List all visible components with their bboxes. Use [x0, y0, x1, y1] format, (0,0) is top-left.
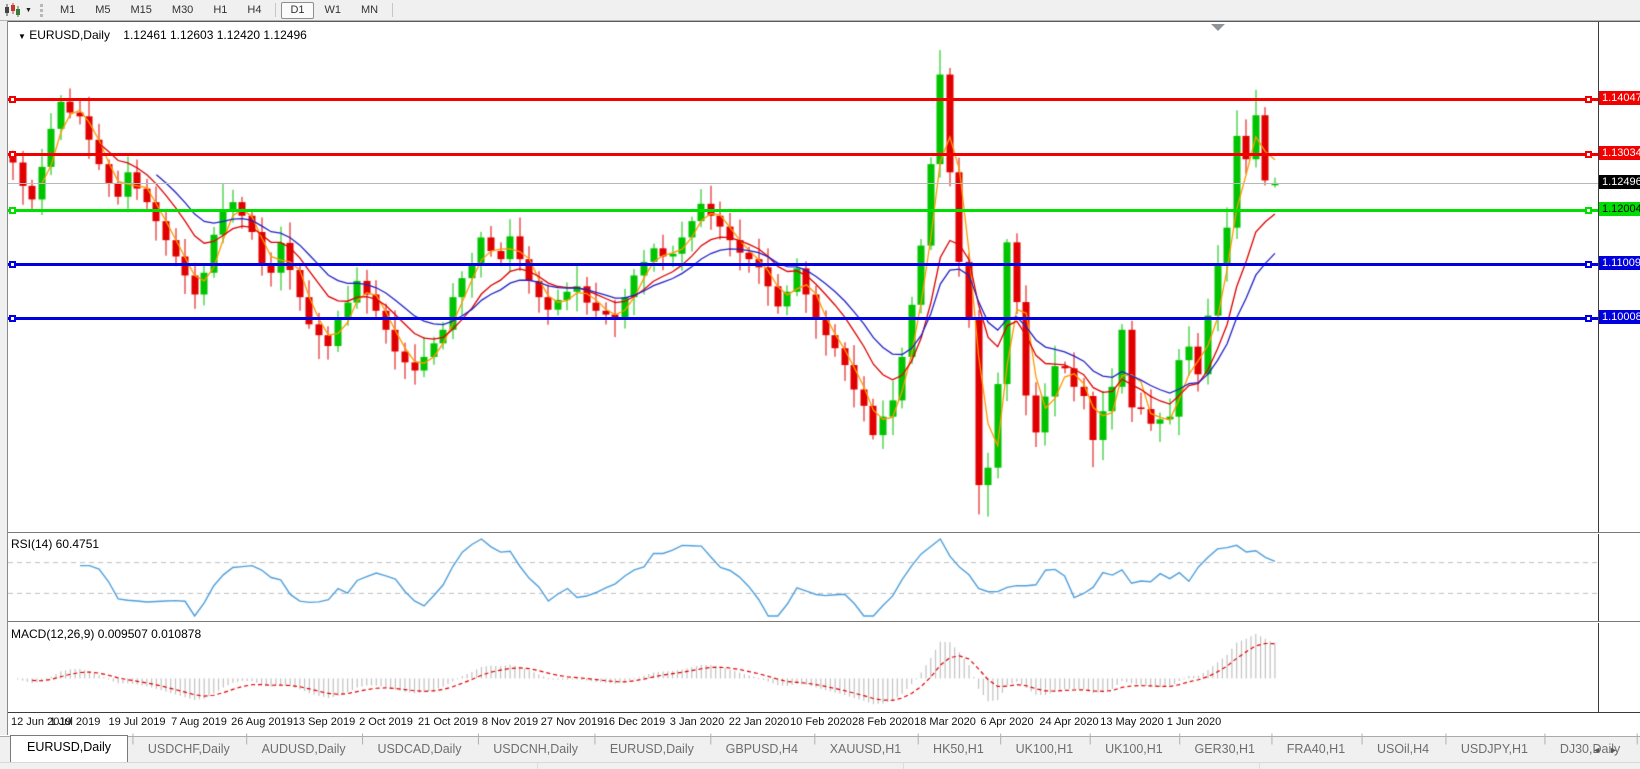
macd-indicator-canvas[interactable]	[8, 623, 1598, 711]
timeframe-toolbar: ▼ M1 M5 M15 M30 H1 H4 D1 W1 MN	[0, 0, 1640, 21]
tab-separator: |	[995, 731, 1003, 759]
tab-separator: |	[705, 731, 713, 759]
tab-scroll-right-icon[interactable]: ►	[1609, 745, 1626, 755]
macd-label: MACD(12,26,9) 0.009507 0.010878	[11, 627, 202, 641]
price-badge: 1.14047	[1599, 91, 1640, 105]
line-handle[interactable]	[9, 96, 16, 103]
toolbar-separator	[275, 3, 277, 17]
price-badge: 1.11009	[1599, 256, 1640, 270]
tab-separator: |	[913, 731, 920, 759]
chart-tab-usdcad-daily[interactable]: USDCAD,Daily	[365, 738, 473, 763]
timeframe-button-h1[interactable]: H1	[204, 2, 236, 19]
line-handle[interactable]	[9, 207, 16, 214]
chart-frame-bottom-border	[0, 712, 1640, 713]
line-handle[interactable]	[1585, 151, 1592, 158]
line-handle[interactable]	[9, 315, 16, 322]
tab-separator: |	[1174, 731, 1182, 759]
tab-separator: |	[809, 731, 817, 759]
chart-tab-hk50-h1[interactable]: HK50,H1	[921, 738, 996, 763]
line-handle[interactable]	[1585, 261, 1592, 268]
support-line[interactable]	[8, 263, 1598, 266]
tab-separator: |	[590, 731, 597, 759]
chart-ohlc-values: 1.12461 1.12603 1.12420 1.12496	[123, 28, 307, 42]
chevron-down-icon[interactable]: ▼	[25, 7, 32, 14]
tab-scroll-left-icon[interactable]: ◄	[1592, 745, 1609, 755]
price-axis[interactable]	[1598, 22, 1640, 712]
timeframe-button-d1[interactable]: D1	[281, 1, 314, 19]
line-handle[interactable]	[1585, 96, 1592, 103]
current-price-line	[8, 183, 1598, 184]
chart-tab-usoil-h4[interactable]: USOil,H4	[1365, 738, 1441, 763]
line-handle[interactable]	[9, 151, 16, 158]
timeframe-buttons: M1 M5 M15 M30 H1 H4 D1 W1 MN	[50, 1, 397, 19]
chart-tab-ger30-h1[interactable]: GER30,H1	[1183, 738, 1267, 763]
timeframe-button-m5[interactable]: M5	[86, 2, 119, 19]
timeframe-button-m15[interactable]: M15	[122, 2, 161, 19]
timeframe-button-m1[interactable]: M1	[51, 2, 84, 19]
tab-separator: |	[1540, 731, 1547, 759]
tab-separator: |	[1441, 731, 1448, 759]
timeframe-button-h4[interactable]: H4	[238, 2, 270, 19]
chart-tab-usdchf-daily[interactable]: USDCHF,Daily	[136, 738, 242, 763]
toolbar-separator	[392, 3, 394, 17]
support-line[interactable]	[8, 209, 1598, 212]
chart-tab-uk100-h1[interactable]: UK100,H1	[1093, 738, 1175, 763]
support-line[interactable]	[8, 317, 1598, 320]
chart-tab-gbpusd-h4[interactable]: GBPUSD,H4	[714, 738, 810, 763]
timeframe-button-w1[interactable]: W1	[316, 2, 351, 19]
line-handle[interactable]	[9, 261, 16, 268]
tab-separator: |	[1267, 731, 1274, 759]
tab-separator: |	[128, 731, 135, 759]
rsi-indicator-canvas[interactable]	[8, 534, 1598, 621]
chart-tab-audusd-daily[interactable]: AUDUSD,Daily	[250, 738, 358, 763]
tab-separator: |	[1632, 731, 1639, 759]
chart-tab-usdcnh-daily[interactable]: USDCNH,Daily	[481, 738, 590, 763]
window-left-edge	[0, 20, 8, 735]
panel-separator-highlight	[0, 622, 1640, 623]
tab-separator: |	[473, 731, 480, 759]
rsi-label: RSI(14) 60.4751	[11, 537, 100, 551]
candlestick-chart-icon[interactable]	[3, 3, 23, 17]
chart-tab-eurusd-daily[interactable]: EURUSD,Daily	[10, 735, 129, 763]
chart-tabs: EURUSD,Daily | USDCHF,Daily | AUDUSD,Dai…	[0, 727, 1640, 763]
chart-tab-xauusd-h1[interactable]: XAUUSD,H1	[818, 738, 914, 763]
mt4-terminal: { "toolbar":{ "chart_type_icon":"candles…	[0, 0, 1640, 769]
tab-separator: |	[1357, 731, 1364, 759]
chart-title: ▼ EURUSD,Daily 1.12461 1.12603 1.12420 1…	[18, 28, 307, 42]
panel-separator-highlight	[0, 533, 1640, 534]
price-badge: 1.13034	[1599, 146, 1640, 160]
chart-tab-eurusd-daily[interactable]: EURUSD,Daily	[598, 738, 706, 763]
chart-frame-top-border	[0, 21, 1640, 22]
chart-tab-usdjpy-h1[interactable]: USDJPY,H1	[1449, 738, 1540, 763]
chart-tab-fra40-h1[interactable]: FRA40,H1	[1275, 738, 1357, 763]
price-badge: 1.12496	[1599, 175, 1640, 189]
price-badge: 1.12004	[1599, 202, 1640, 216]
tab-separator: |	[1085, 731, 1092, 759]
line-handle[interactable]	[1585, 315, 1592, 322]
tab-scroll-arrows: ◄►	[1592, 745, 1626, 755]
resistance-line[interactable]	[8, 153, 1598, 156]
line-handle[interactable]	[1585, 207, 1592, 214]
chart-tab-uk100-h1[interactable]: UK100,H1	[1004, 738, 1086, 763]
tab-separator: |	[357, 731, 365, 759]
timeframe-button-mn[interactable]: MN	[352, 2, 387, 19]
chart-shift-marker-icon[interactable]	[1211, 24, 1225, 31]
toolbar-grip[interactable]	[39, 3, 43, 17]
resistance-line[interactable]	[8, 98, 1598, 101]
price-badge: 1.10008	[1599, 310, 1640, 324]
timeframe-button-m30[interactable]: M30	[163, 2, 202, 19]
chart-tab-bar: EURUSD,Daily | USDCHF,Daily | AUDUSD,Dai…	[0, 731, 1640, 763]
chevron-down-icon[interactable]: ▼	[18, 32, 26, 41]
tab-separator: |	[241, 731, 249, 759]
chart-symbol-label: EURUSD,Daily	[29, 28, 110, 42]
